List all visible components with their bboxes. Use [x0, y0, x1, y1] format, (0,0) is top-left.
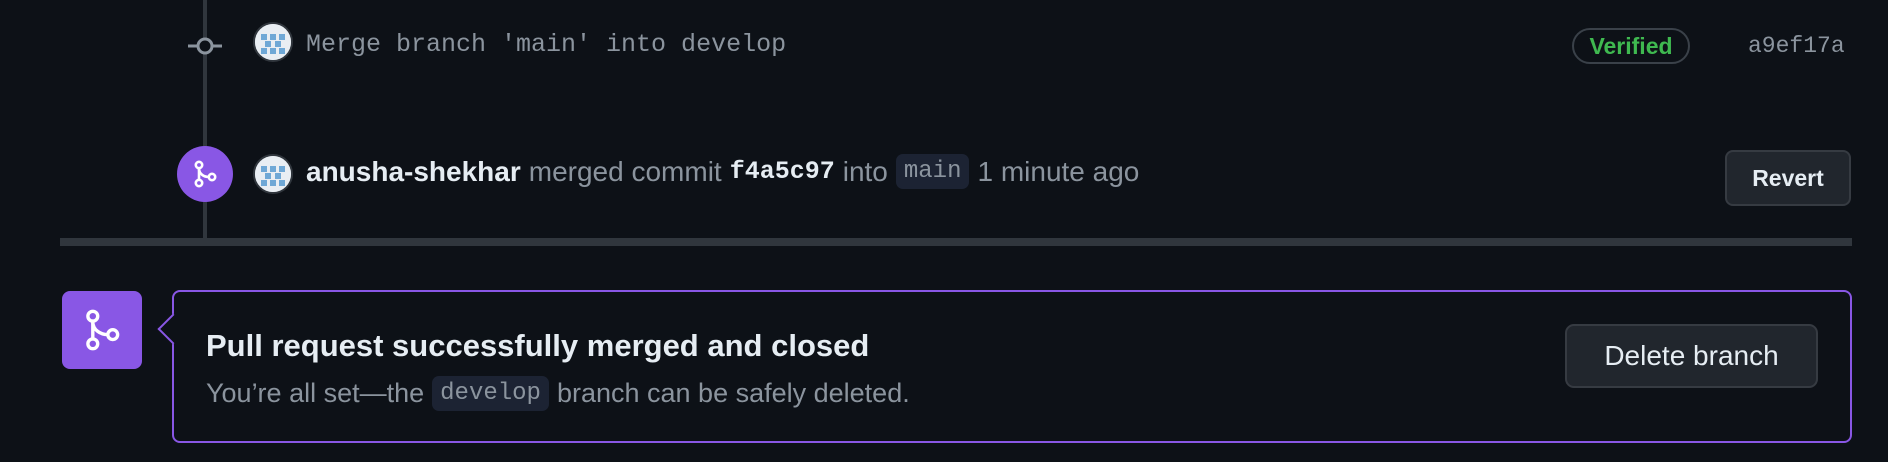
revert-button[interactable]: Revert	[1725, 150, 1851, 206]
avatar[interactable]	[253, 154, 293, 194]
avatar[interactable]	[253, 22, 293, 62]
merge-event-text: anusha-shekhar merged commit f4a5c97 int…	[306, 154, 1139, 189]
merge-status-subtitle: You’re all set—the develop branch can be…	[206, 376, 910, 411]
event-timestamp[interactable]: 1 minute ago	[977, 156, 1139, 188]
merge-action-text: merged commit	[528, 155, 722, 187]
status-sub-after: branch can be safely deleted.	[556, 378, 910, 408]
delete-branch-button[interactable]: Delete branch	[1565, 324, 1818, 388]
status-sub-before: You’re all set—the	[206, 378, 425, 408]
commit-message-link[interactable]: Merge branch 'main' into develop	[306, 30, 786, 59]
git-merge-icon	[177, 146, 233, 202]
merge-status-title: Pull request successfully merged and clo…	[206, 328, 870, 363]
into-text: into	[842, 155, 888, 187]
git-commit-icon	[188, 33, 222, 59]
git-merge-icon	[62, 291, 142, 369]
verified-badge[interactable]: Verified	[1572, 28, 1690, 64]
merged-commit-sha-link[interactable]: f4a5c97	[730, 157, 835, 186]
commit-sha-link[interactable]: a9ef17a	[1748, 33, 1845, 59]
base-branch-chip[interactable]: main	[895, 154, 970, 189]
head-branch-chip[interactable]: develop	[432, 376, 549, 411]
user-link[interactable]: anusha-shekhar	[306, 156, 521, 188]
timeline-divider	[60, 238, 1852, 246]
